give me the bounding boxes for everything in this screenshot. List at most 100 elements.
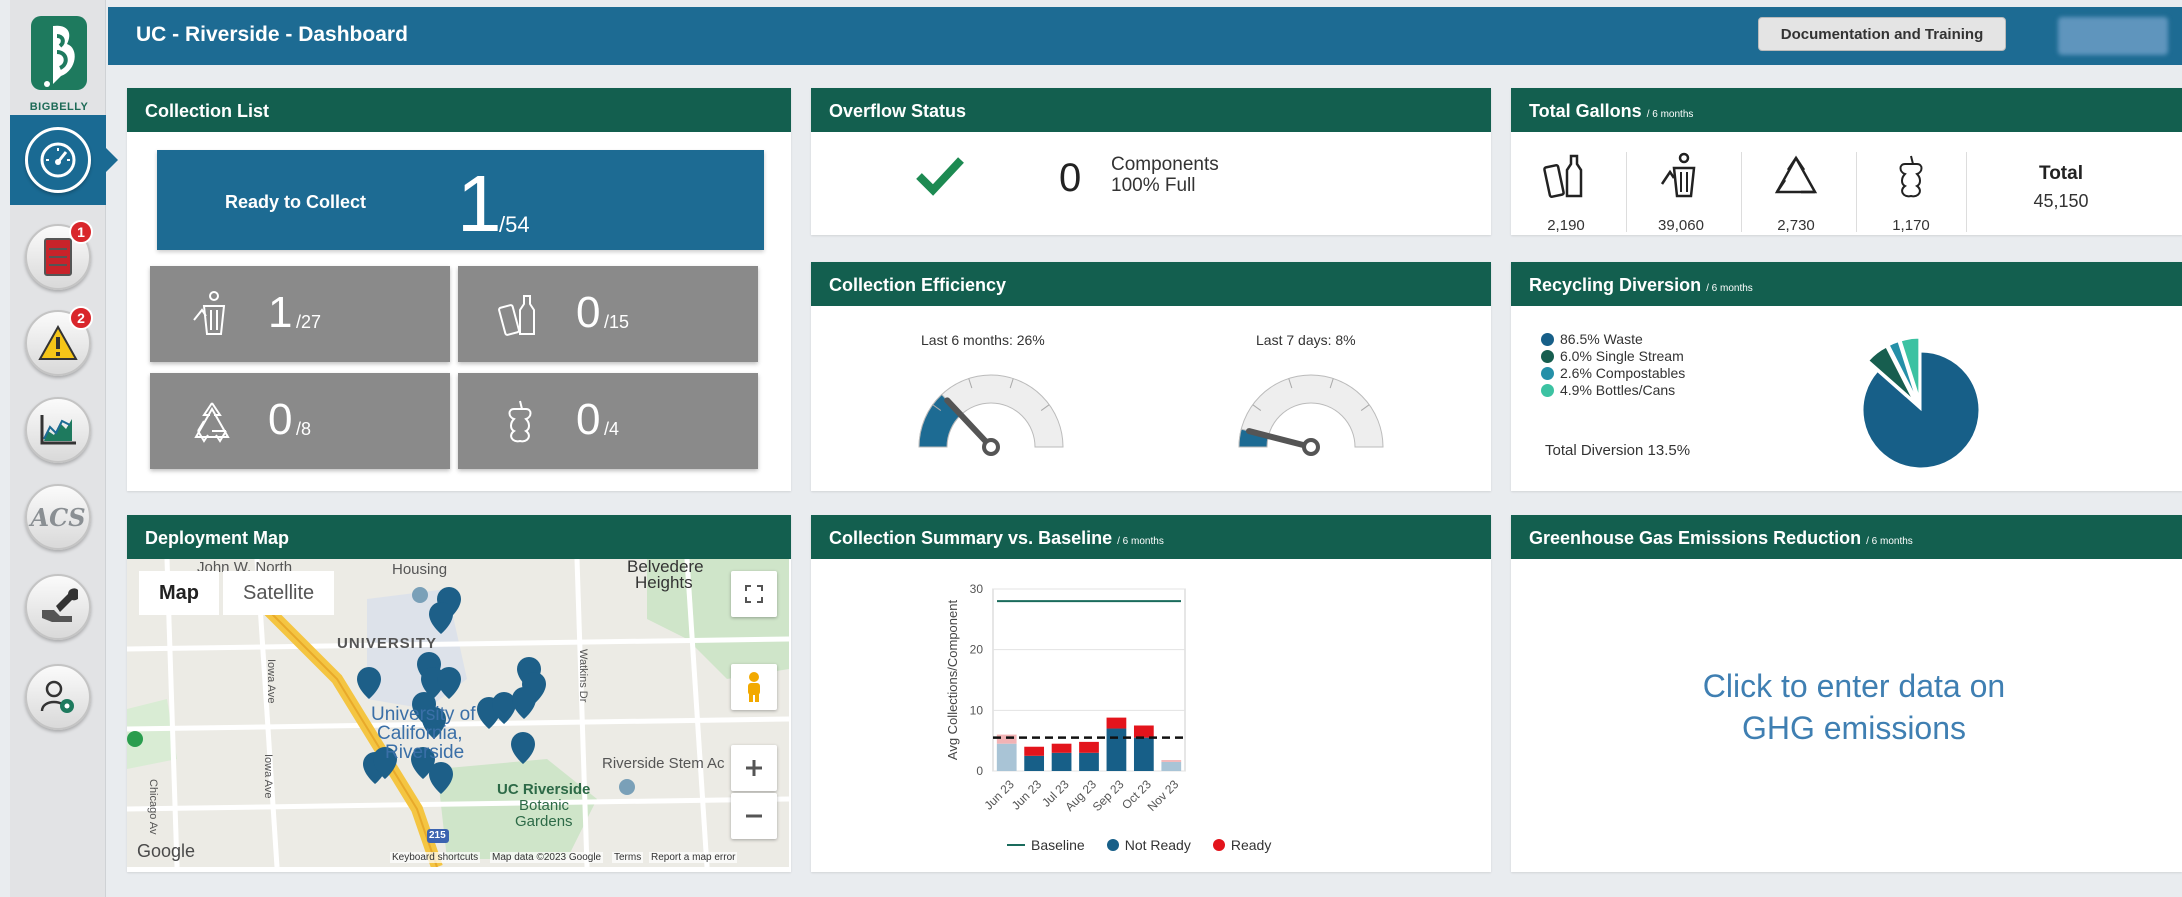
collection-list-title: Collection List [127, 88, 791, 132]
gallons-total-value: 45,150 [2033, 191, 2089, 211]
tile-waste[interactable]: 1 /27 [150, 266, 450, 362]
trash-icon [193, 291, 226, 335]
ghg-line1: Click to enter data on [1702, 668, 2006, 704]
pegman-icon [748, 672, 760, 702]
bar-ready [996, 734, 1017, 744]
map-label-housing: Housing [392, 561, 448, 578]
tile-single-stream[interactable]: 0 /8 [150, 373, 450, 469]
documentation-button[interactable]: Documentation and Training [1758, 17, 2006, 51]
y-tick-label: 30 [970, 582, 984, 596]
gallons-title-text: Total Gallons [1529, 101, 1642, 121]
gallons-subtitle: / 6 months [1646, 109, 1694, 120]
recycle-icon [194, 402, 230, 443]
bar-ready [1079, 741, 1099, 753]
user-settings-icon [40, 680, 74, 713]
nav-acs[interactable]: ACS [10, 472, 106, 562]
collection-efficiency-card: Collection Efficiency Last 6 months: 26%… [811, 262, 1491, 491]
map-keyboard-shortcuts[interactable]: Keyboard shortcuts [390, 852, 481, 863]
bar-ready [1161, 760, 1182, 762]
y-tick-label: 0 [976, 764, 983, 778]
tile-bottles[interactable]: 0 /15 [458, 266, 758, 362]
waste-count: 1 [268, 288, 293, 337]
recycling-title: Recycling Diversion / 6 months [1511, 262, 2182, 306]
gallons-total: Total 45,150 [1971, 163, 2151, 212]
y-tick-label: 20 [970, 643, 984, 657]
map-tab-map[interactable]: Map [139, 571, 219, 615]
legend-not-ready-swatch [1106, 839, 1119, 851]
single-stream-total: /8 [296, 419, 312, 439]
user-menu[interactable] [2058, 17, 2168, 55]
bar-ready [1133, 725, 1154, 738]
nav-collection[interactable]: 1 [10, 212, 106, 302]
header-bar: UC - Riverside - Dashboard Documentation… [108, 7, 2182, 65]
fullscreen-icon [745, 585, 763, 603]
legend-compostables-label: 2.6% Compostables [1560, 365, 1686, 381]
map-title: Deployment Map [127, 515, 791, 559]
gallons-compost: 1,170 [1856, 152, 1966, 234]
map-report-error-link[interactable]: Report a map error [649, 852, 738, 863]
fullscreen-button[interactable] [731, 571, 777, 617]
ready-total: /54 [499, 212, 530, 237]
ghg-subtitle: / 6 months [1866, 536, 1913, 547]
nav-service[interactable] [10, 562, 106, 652]
map-tab-satellite[interactable]: Satellite [223, 571, 335, 615]
map-label-garden1: UC Riverside [497, 781, 591, 798]
legend-waste: 86.5% Waste [1541, 331, 1643, 347]
ghg-enter-data-link[interactable]: Click to enter data on GHG emissions [1511, 665, 2182, 749]
x-tick-label: Jun 23 [1009, 777, 1045, 813]
legend-waste-label: 86.5% Waste [1560, 331, 1643, 347]
map-data-credit: Map data ©2023 Google [490, 852, 604, 863]
bar-not-ready [1079, 752, 1099, 771]
legend-bottles-cans-label: 4.9% Bottles/Cans [1560, 382, 1676, 398]
map-label-university: UNIVERSITY [337, 635, 438, 652]
overflow-label-line1: Components [1111, 154, 1219, 175]
overflow-label-line2: 100% Full [1111, 175, 1196, 196]
gallons-recycle-value: 2,730 [1777, 217, 1815, 234]
map-terms-link[interactable]: Terms [612, 852, 644, 863]
efficiency-title: Collection Efficiency [811, 262, 1491, 306]
bottles-icon [498, 295, 535, 336]
compost-icon [1899, 155, 1923, 198]
map-canvas[interactable]: John W. North Housing Belvedere Heights … [127, 559, 789, 867]
ready-to-collect-box[interactable]: Ready to Collect 1 /54 [157, 150, 764, 250]
map-label-hwy-215: 215 [429, 830, 446, 841]
y-axis-label: Avg Collections/Component [945, 600, 960, 761]
deployment-map-card: Deployment Map John W. North Housing Bel… [127, 515, 791, 872]
bigbelly-logo[interactable]: BIGBELLY [24, 14, 94, 114]
map-label-iowa-ave-south: Iowa Ave [262, 754, 274, 799]
ghg-card: Greenhouse Gas Emissions Reduction / 6 m… [1511, 515, 2182, 872]
collection-summary-chart: 0 10 20 30 Avg Collections/Component Jun 23Ju… [945, 582, 1186, 814]
nav-alerts[interactable]: 2 [10, 298, 106, 388]
gallons-waste-value: 39,060 [1658, 217, 1704, 234]
gallons-bottles-value: 2,190 [1547, 217, 1585, 234]
legend-baseline-label: Baseline [1031, 837, 1085, 853]
recycle-icon [1774, 155, 1818, 194]
bar-not-ready [1133, 737, 1154, 771]
zoom-in-button[interactable] [731, 745, 777, 791]
x-tick-label: Sep 23 [1090, 777, 1127, 814]
tile-compost[interactable]: 0 /4 [458, 373, 758, 469]
bottles-total: /15 [604, 312, 630, 332]
nav-admin[interactable] [10, 652, 106, 742]
bar-not-ready [1106, 728, 1127, 771]
map-label-stem: Riverside Stem Ac [602, 755, 725, 772]
nav-reports[interactable] [10, 385, 106, 475]
bar-not-ready [1161, 761, 1182, 771]
y-tick-label: 10 [970, 703, 984, 717]
ghg-title: Greenhouse Gas Emissions Reduction / 6 m… [1511, 515, 2182, 559]
nav-dashboard[interactable] [10, 115, 118, 205]
compost-icon [508, 400, 532, 443]
bar-not-ready [1024, 755, 1045, 771]
zoom-out-button[interactable] [731, 793, 777, 839]
x-tick-label: Nov 23 [1145, 777, 1182, 814]
recycling-subtitle: / 6 months [1706, 283, 1753, 294]
collection-badge: 1 [69, 220, 93, 244]
summary-subtitle: / 6 months [1117, 536, 1164, 547]
checkmark-icon [916, 157, 964, 196]
overflow-status-card: Overflow Status 0 Components 100% Full [811, 88, 1491, 235]
map-label-iowa-ave-north: Iowa Ave [265, 659, 277, 704]
total-diversion: Total Diversion 13.5% [1545, 442, 1691, 459]
street-view-button[interactable] [731, 664, 777, 710]
recycling-diversion-card: Recycling Diversion / 6 months 86.5% Was… [1511, 262, 2182, 491]
ready-label: Ready to Collect [225, 192, 367, 212]
